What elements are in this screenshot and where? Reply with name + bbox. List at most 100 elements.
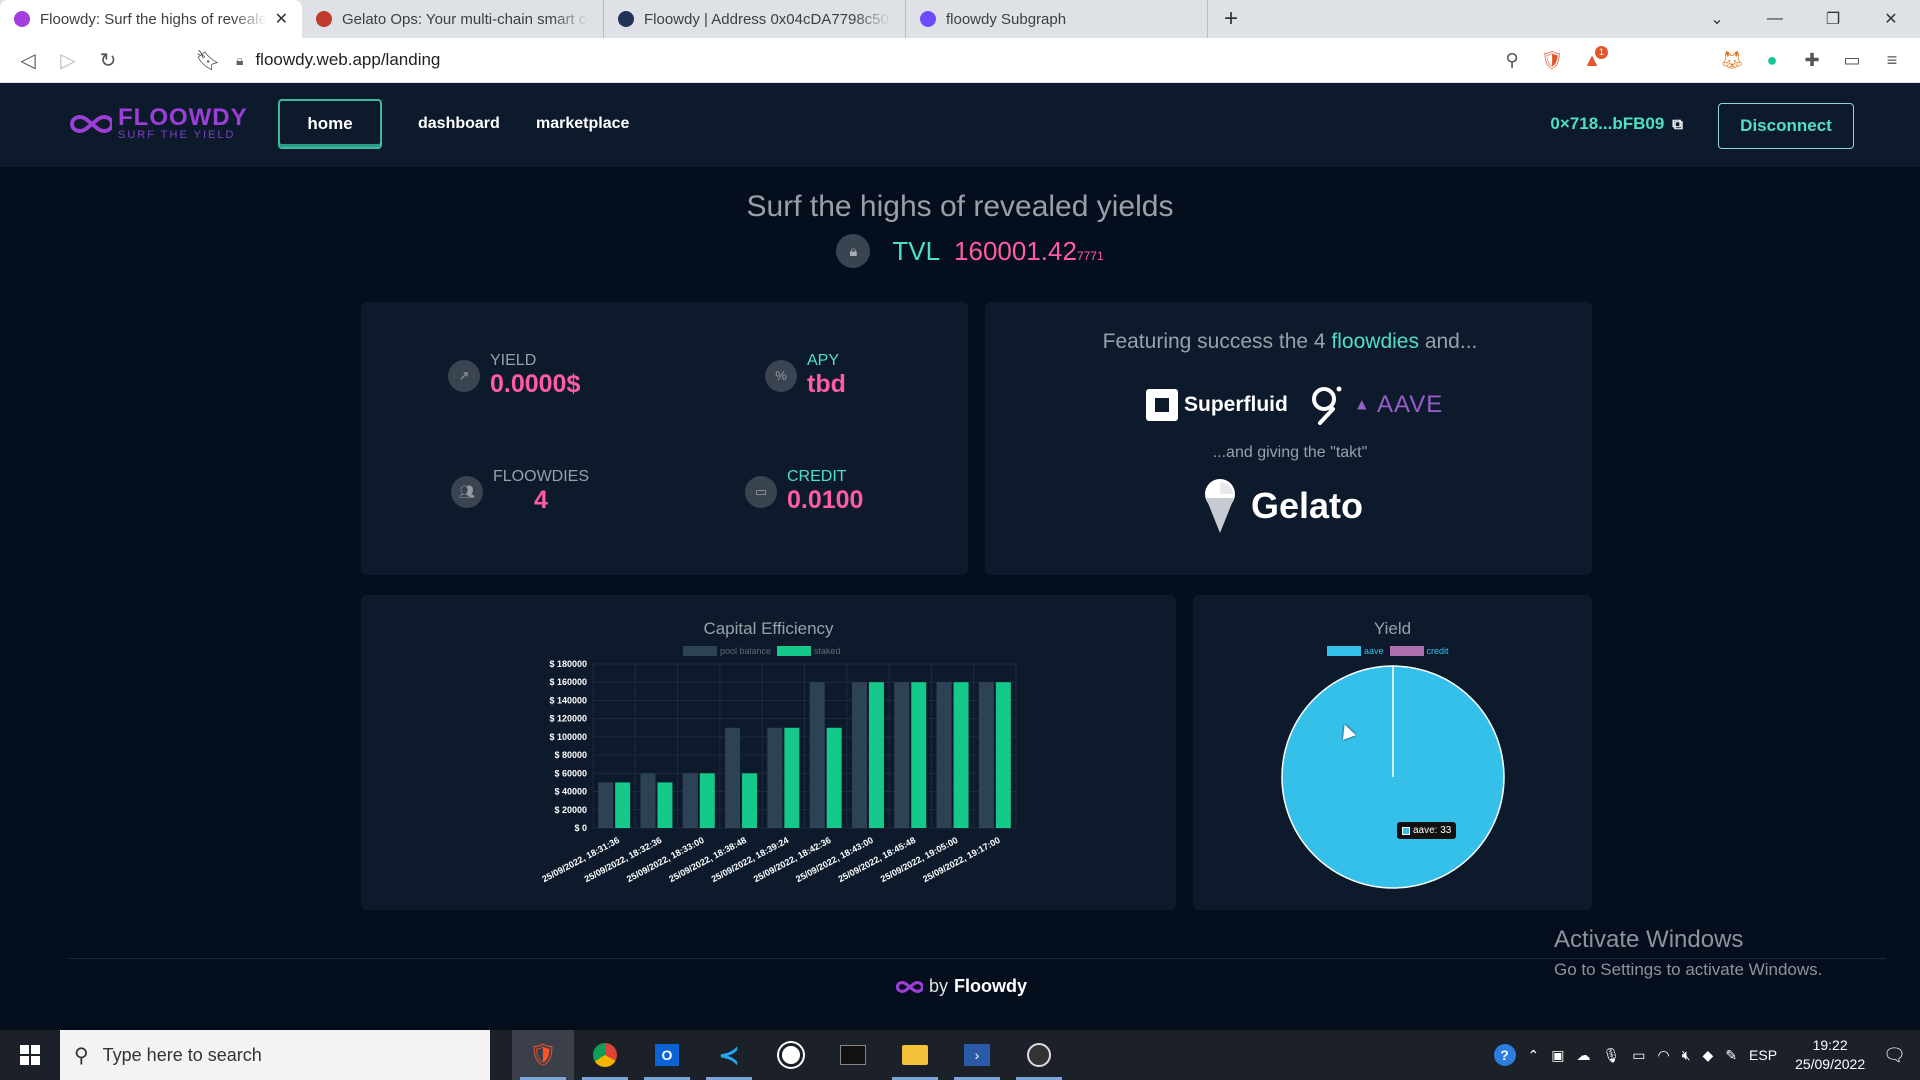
bar-staked — [826, 727, 842, 828]
forward-button[interactable]: ▷ — [48, 40, 88, 80]
address-text: 0×718...bFB09 — [1550, 114, 1665, 133]
dropbox-icon[interactable]: ◆ — [1703, 1047, 1714, 1064]
bar-staked — [911, 682, 927, 828]
percent-icon: % — [765, 359, 797, 392]
aave-ghost-icon: ▲ — [1353, 396, 1371, 414]
obs-taskbar-icon[interactable] — [1008, 1030, 1070, 1080]
disconnect-button[interactable]: Disconnect — [1718, 103, 1854, 149]
superfluid-logo: Superfluid — [1146, 389, 1288, 421]
language-indicator[interactable]: ESP — [1749, 1047, 1777, 1063]
takt-text: ...and giving the "takt" — [1212, 444, 1368, 461]
tab-gelato[interactable]: Gelato Ops: Your multi-chain smart contr… — [302, 0, 604, 38]
bar-pool-balance — [598, 782, 614, 828]
taskbar-search[interactable]: ⚲ Type here to search — [60, 1030, 490, 1080]
watermark-title: Activate Windows — [1554, 926, 1744, 953]
brave-taskbar-icon[interactable]: 🛡︎ — [512, 1030, 574, 1080]
onedrive-icon[interactable]: ☁ — [1576, 1047, 1590, 1064]
tab-address[interactable]: Floowdy | Address 0x04cDA7798c506c — [604, 0, 906, 38]
nav-home[interactable]: home — [278, 99, 382, 149]
chrome-taskbar-icon[interactable] — [574, 1030, 636, 1080]
capital-efficiency-chart[interactable]: $ 180000 $ 160000 $ 140000 $ 120000 $ 100000… — [361, 595, 1176, 910]
metamask-icon[interactable]: 🦊︎ — [1712, 40, 1752, 80]
wallet-icon[interactable]: ▭ — [1832, 40, 1872, 80]
meet-icon[interactable]: ▣ — [1551, 1047, 1564, 1064]
nav-dashboard[interactable]: dashboard — [402, 99, 516, 149]
infinity-logo-icon — [895, 980, 923, 993]
search-placeholder: Type here to search — [102, 1044, 262, 1065]
yield-pie-chart[interactable] — [1193, 595, 1592, 910]
battery-icon[interactable]: ▭ — [1632, 1047, 1645, 1064]
bar-staked — [995, 682, 1011, 828]
close-window-button[interactable]: ✕ — [1862, 0, 1920, 38]
microphone-icon[interactable]: 🎙︎ — [1602, 1047, 1620, 1064]
wallet-address[interactable]: 0×718...bFB09 ⧉ — [1550, 114, 1683, 134]
help-icon[interactable]: ? — [1493, 1044, 1516, 1066]
logo-title: FLOOWDY — [118, 104, 248, 131]
tvl-decimals: 7771 — [1076, 249, 1104, 263]
windows-logo-icon — [20, 1045, 40, 1065]
bookmark-icon[interactable]: 🔖︎ — [188, 40, 228, 80]
featuring-text: Featuring success the 4 floowdies and... — [985, 330, 1595, 354]
outlook-taskbar-icon[interactable]: O — [636, 1030, 698, 1080]
volume-muted-icon[interactable]: 🔇︎ — [1682, 1047, 1691, 1064]
nav-marketplace[interactable]: marketplace — [520, 99, 645, 149]
wifi-icon[interactable]: ◠ — [1657, 1047, 1669, 1064]
stats-card — [361, 302, 968, 575]
floowdy-logo[interactable]: FLOOWDY SURF THE YIELD — [66, 104, 248, 141]
reload-button[interactable]: ↻ — [88, 40, 128, 80]
windows-taskbar: ⚲ Type here to search 🛡︎ O ≺ › ? ⌃ ▣ ☁ 🎙… — [0, 1030, 1920, 1080]
credit-value: 0.0100 — [787, 486, 864, 514]
yield-label: YIELD — [490, 352, 537, 369]
menu-icon[interactable]: ≡ — [1872, 40, 1912, 80]
windows-start-button[interactable] — [0, 1030, 60, 1080]
footer-name[interactable]: Floowdy — [954, 976, 1027, 997]
close-tab-icon[interactable]: ✕ — [275, 9, 288, 29]
address-bar: ◁ ▷ ↻ 🔖︎ 🔒︎ floowdy.web.app/landing ⚲ 🛡︎… — [0, 38, 1920, 83]
aave-logo: ▲ AAVE — [1354, 391, 1443, 419]
featuring-post: and... — [1424, 330, 1478, 353]
y-tick-label: $ 80000 — [554, 750, 587, 760]
file-explorer-taskbar-icon[interactable] — [884, 1030, 946, 1080]
zoom-icon[interactable]: ⚲ — [1492, 40, 1532, 80]
credit-label: CREDIT — [787, 468, 847, 485]
activate-windows-watermark: Activate Windows Go to Settings to activ… — [1554, 926, 1822, 980]
brave-shield-icon[interactable]: 🛡︎ — [1532, 40, 1572, 80]
tvl-row: 🔒︎ TVL 160001.42 7771 — [0, 234, 1920, 268]
window-controls: ⌄ — ❐ ✕ — [1688, 0, 1920, 38]
gelato-cone-icon — [1205, 479, 1235, 533]
tab-floowdy[interactable]: Floowdy: Surf the highs of revealed yiel… — [0, 0, 302, 38]
bar-pool-balance — [936, 682, 952, 828]
floowdies-label: FLOOWDIES — [493, 468, 590, 485]
copy-icon[interactable]: ⧉ — [1672, 116, 1683, 133]
terminal-taskbar-icon[interactable] — [822, 1030, 884, 1080]
tab-subgraph[interactable]: floowdy Subgraph — [906, 0, 1208, 38]
url-field[interactable]: 🔒︎ floowdy.web.app/landing — [236, 43, 1480, 77]
extensions-icon[interactable]: ✚ — [1792, 40, 1832, 80]
whatsapp-taskbar-icon[interactable] — [760, 1030, 822, 1080]
restore-button[interactable]: ❐ — [1804, 0, 1862, 38]
tvl-value: 160001.42 — [954, 235, 1077, 266]
minimize-button[interactable]: — — [1746, 0, 1804, 38]
bar-pool-balance — [809, 682, 825, 828]
aave-label: AAVE — [1377, 391, 1444, 418]
grammarly-icon[interactable]: ● — [1752, 40, 1792, 80]
system-tray: ? ⌃ ▣ ☁ 🎙︎ ▭ ◠ 🔇︎ ◆ ✎ ESP 19:22 25/09/20… — [1488, 1030, 1920, 1080]
bar-pool-balance — [640, 773, 656, 828]
footer-by: by — [928, 976, 948, 996]
notifications-icon[interactable]: 🗨︎ — [1883, 1045, 1906, 1066]
brave-rewards-icon[interactable]: ▲ 1 — [1572, 40, 1612, 80]
new-tab-button[interactable]: + — [1208, 0, 1254, 38]
chevron-up-icon[interactable]: ⌃ — [1528, 1047, 1540, 1064]
tab-search-icon[interactable]: ⌄ — [1688, 0, 1746, 38]
lock-icon: 🔒︎ — [236, 51, 244, 68]
featuring-pre: Featuring success the 4 — [1102, 330, 1326, 353]
powershell-taskbar-icon[interactable]: › — [946, 1030, 1008, 1080]
floowdy-favicon-icon — [14, 11, 30, 27]
vscode-taskbar-icon[interactable]: ≺ — [698, 1030, 760, 1080]
pen-icon[interactable]: ✎ — [1725, 1047, 1737, 1064]
back-button[interactable]: ◁ — [8, 40, 48, 80]
stat-floowdies: 👥︎ FLOOWDIES 4 — [451, 468, 589, 515]
infinity-logo-icon — [69, 115, 112, 133]
rewards-badge: 1 — [1595, 46, 1608, 59]
clock[interactable]: 19:22 25/09/2022 — [1795, 1036, 1865, 1074]
